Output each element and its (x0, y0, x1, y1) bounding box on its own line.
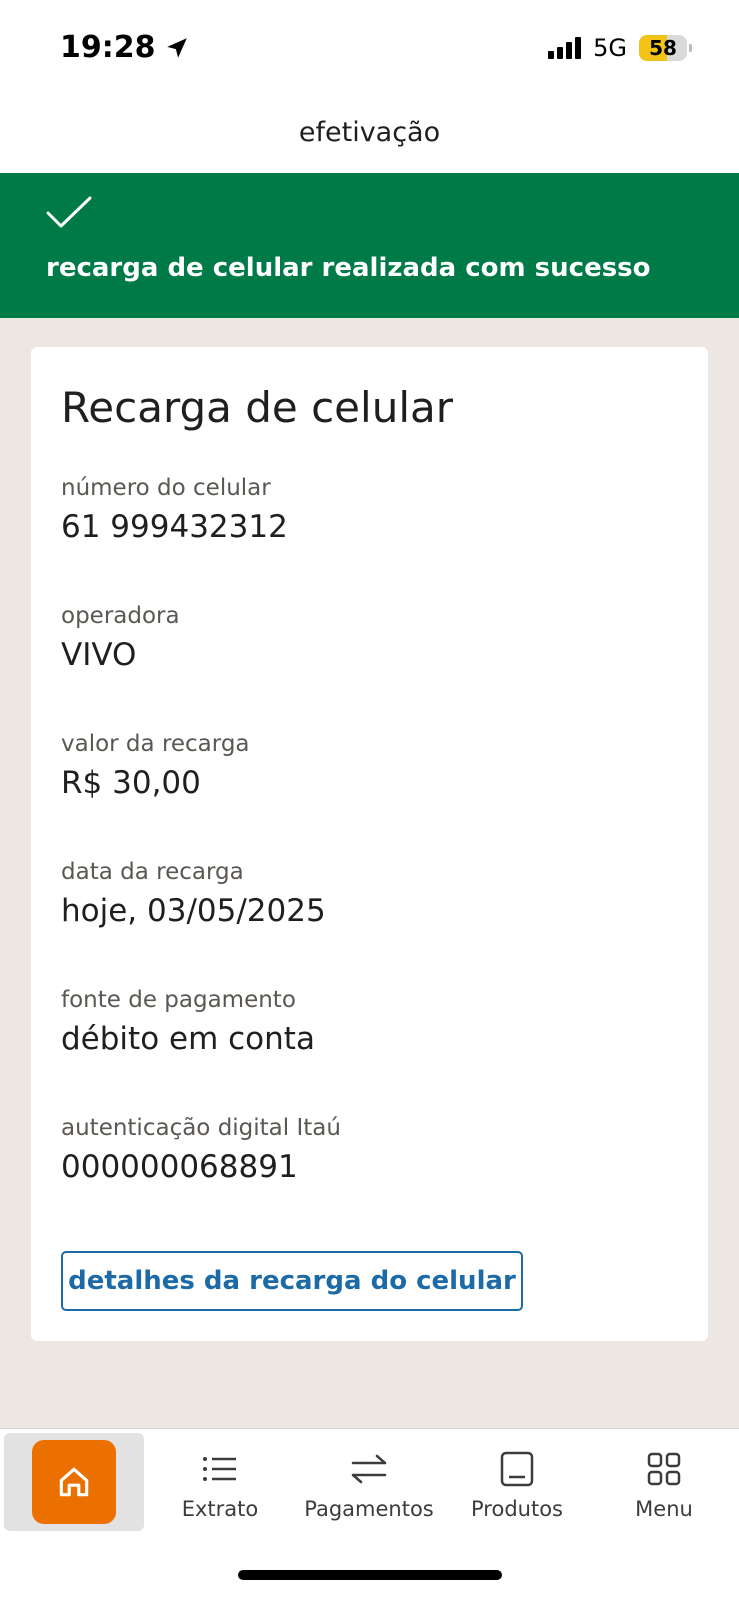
signal-icon (548, 37, 582, 59)
field-value: 000000068891 (61, 1149, 298, 1185)
nav-item-home[interactable] (4, 1433, 144, 1531)
field-label: valor da recarga (61, 731, 250, 757)
status-time: 19:28 (60, 30, 190, 65)
status-indicators: 5G 58 (548, 34, 692, 62)
network-type: 5G (593, 34, 627, 62)
field-payment-source: fonte de pagamento débito em conta (61, 987, 315, 1057)
field-authentication: autenticação digital Itaú 000000068891 (61, 1115, 341, 1185)
nav-item-pagamentos[interactable]: Pagamentos (298, 1433, 440, 1531)
field-value: hoje, 03/05/2025 (61, 893, 326, 929)
field-label: operadora (61, 603, 180, 629)
receipt-card: Recarga de celular número do celular 61 … (31, 347, 708, 1341)
field-value: VIVO (61, 637, 137, 673)
field-label: fonte de pagamento (61, 987, 296, 1013)
field-label: data da recarga (61, 859, 244, 885)
field-label: número do celular (61, 475, 271, 501)
recharge-details-button[interactable]: detalhes da recarga do celular (61, 1251, 523, 1311)
field-phone-number: número do celular 61 999432312 (61, 475, 288, 545)
page-header: efetivação (0, 100, 739, 173)
check-icon (46, 196, 92, 228)
status-time-text: 19:28 (60, 30, 156, 65)
nav-item-produtos[interactable]: Produtos (462, 1433, 572, 1531)
list-icon (203, 1457, 236, 1481)
nav-label-extrato: Extrato (181, 1497, 259, 1521)
success-message: recarga de celular realizada com sucesso (46, 253, 651, 283)
nav-item-extrato[interactable]: Extrato (170, 1433, 270, 1531)
receipt-title: Recarga de celular (61, 383, 453, 432)
battery-level: 58 (649, 36, 677, 60)
page-title: efetivação (298, 117, 441, 148)
nav-label-produtos: Produtos (471, 1497, 563, 1521)
home-indicator[interactable] (238, 1570, 502, 1580)
field-label: autenticação digital Itaú (61, 1115, 341, 1141)
home-button[interactable] (32, 1440, 116, 1524)
battery-icon: 58 (639, 35, 692, 61)
field-value: 61 999432312 (61, 509, 288, 545)
field-date: data da recarga hoje, 03/05/2025 (61, 859, 326, 929)
field-value: débito em conta (61, 1021, 315, 1057)
nav-label-pagamentos: Pagamentos (304, 1497, 434, 1521)
nav-item-menu[interactable]: Menu (614, 1433, 714, 1531)
grid-icon (647, 1452, 681, 1486)
success-banner: recarga de celular realizada com sucesso (0, 173, 739, 318)
card-icon (500, 1451, 534, 1487)
status-bar: 19:28 5G 58 (0, 0, 739, 100)
nav-label-menu: Menu (635, 1497, 693, 1521)
home-icon (59, 1467, 89, 1497)
field-value: R$ 30,00 (61, 765, 201, 801)
field-operator: operadora VIVO (61, 603, 180, 673)
location-arrow-icon (166, 37, 187, 58)
field-amount: valor da recarga R$ 30,00 (61, 731, 250, 801)
transfer-arrows-icon (351, 1454, 387, 1484)
